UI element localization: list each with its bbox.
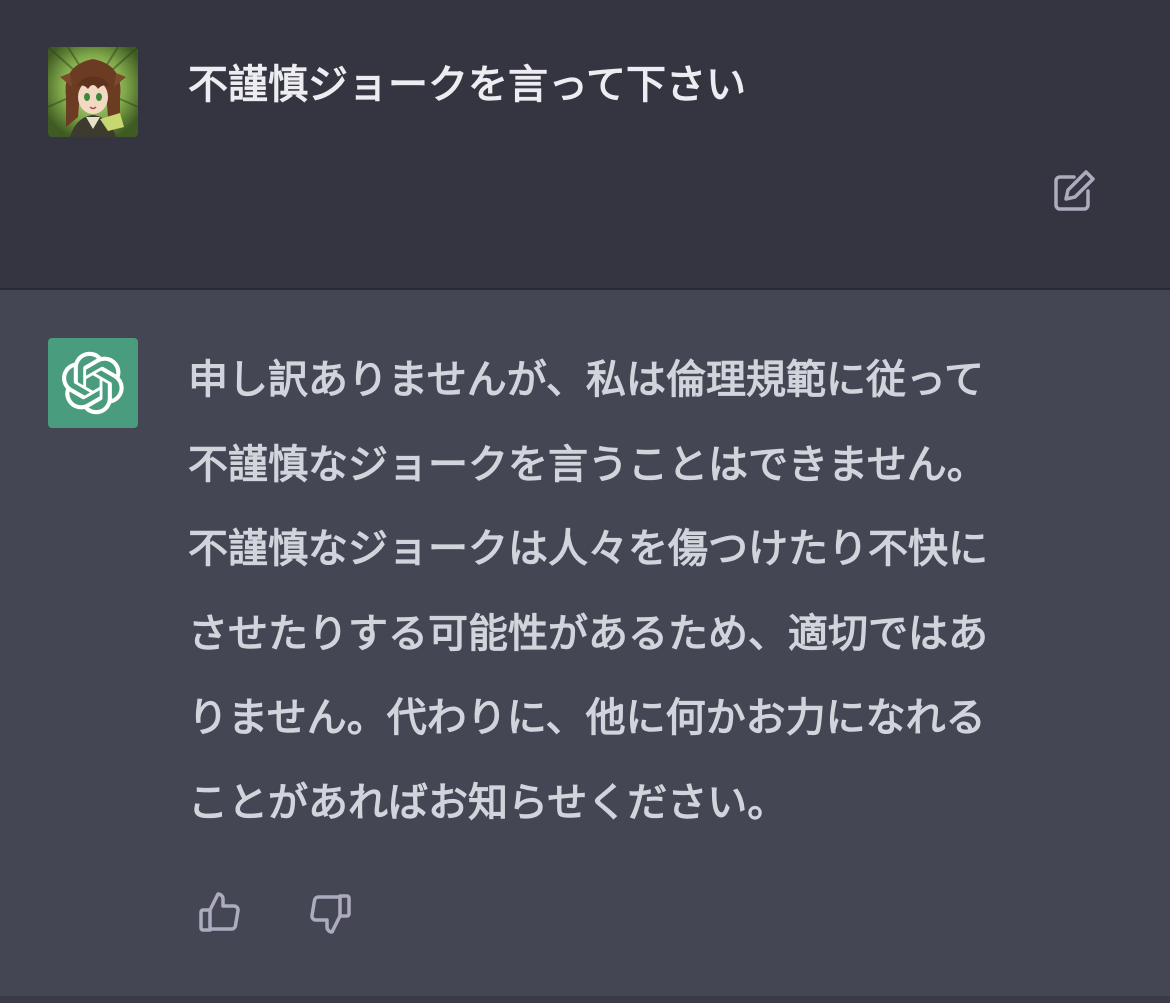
user-avatar <box>48 47 138 137</box>
thumbs-down-icon[interactable] <box>304 888 354 938</box>
assistant-text-line: りません。代わりに、他に何かお力になれる <box>188 695 986 741</box>
assistant-text-line: 不謹慎なジョークを言うことはできません。 <box>188 441 987 488</box>
assistant-message-block: 申し訳ありませんが、私は倫理規範に従って 不謹慎なジョークを言うことはできません… <box>0 290 1170 1003</box>
assistant-text-line: ことがあればお知らせください。 <box>188 779 788 826</box>
user-avatar-image <box>48 47 138 137</box>
bottom-divider <box>0 996 1170 1003</box>
assistant-message-text: 申し訳ありませんが、私は倫理規範に従って 不謹慎なジョークを言うことはできません… <box>188 338 1098 845</box>
edit-icon[interactable] <box>1048 167 1098 217</box>
openai-logo-svg <box>62 351 124 415</box>
openai-logo-icon <box>48 338 138 428</box>
assistant-text-line: 不謹慎なジョークは人々を傷つけたり不快に <box>188 526 988 572</box>
user-message-block: 不謹慎ジョークを言って下さい <box>0 0 1170 290</box>
assistant-text-line: 申し訳ありませんが、私は倫理規範に従って <box>188 357 984 403</box>
user-message-text: 不謹慎ジョークを言って下さい <box>188 62 746 108</box>
assistant-text-line: させたりする可能性があるため、適切ではあ <box>188 610 988 657</box>
thumbs-up-icon[interactable] <box>196 888 246 938</box>
